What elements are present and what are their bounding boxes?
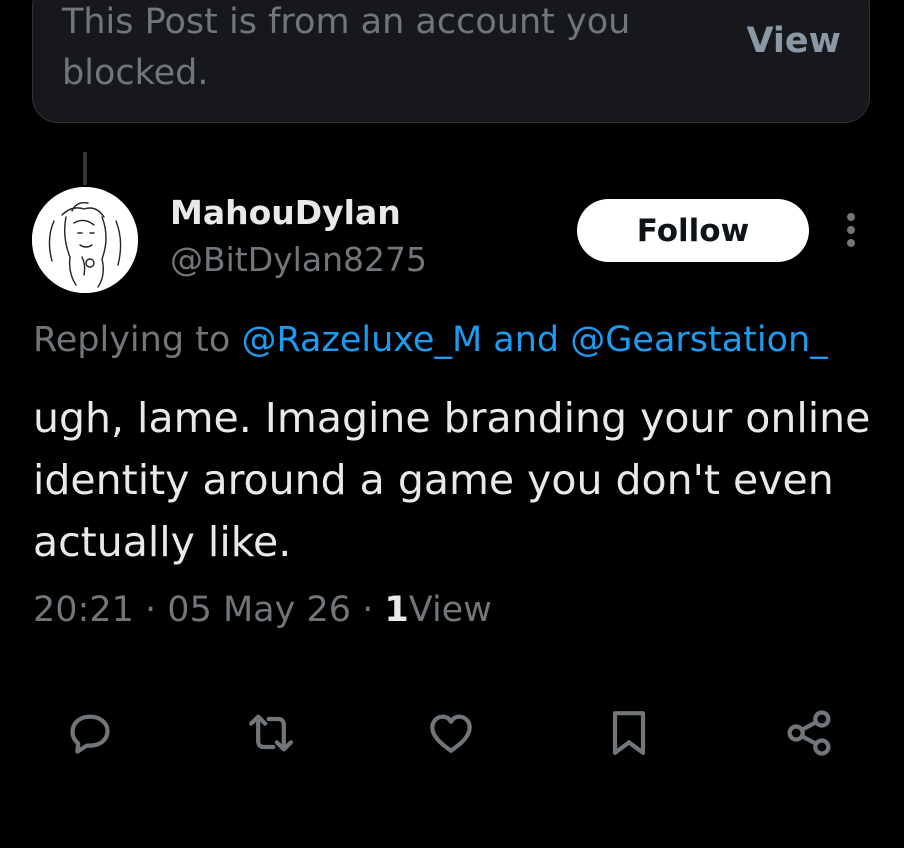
post-meta: 20:21 · 05 May 26 · 1View <box>33 590 492 630</box>
post-text: ugh, lame. Imagine branding your online … <box>33 394 871 566</box>
avatar[interactable] <box>32 187 138 293</box>
views-count[interactable]: 1 <box>384 590 408 630</box>
blocked-post-card: This Post is from an account you blocked… <box>32 0 870 123</box>
bookmark-button[interactable] <box>601 705 657 761</box>
mention-link-gearstation[interactable]: @Gearstation_ <box>570 320 827 360</box>
share-icon <box>787 710 831 756</box>
author-handle[interactable]: @BitDylan8275 <box>170 240 427 279</box>
share-button[interactable] <box>781 705 837 761</box>
follow-button[interactable]: Follow <box>577 199 809 262</box>
author-display-name[interactable]: MahouDylan <box>170 193 401 232</box>
reply-button[interactable] <box>62 705 118 761</box>
repost-icon <box>249 714 293 752</box>
mention-link-razeluxe[interactable]: @Razeluxe_M <box>241 320 482 360</box>
post-time[interactable]: 20:21 <box>33 590 134 630</box>
post-date[interactable]: 05 May 26 <box>167 590 351 630</box>
like-button[interactable] <box>423 705 479 761</box>
mention-joiner[interactable]: and <box>493 320 559 360</box>
thread-connector-line <box>83 152 87 185</box>
views-label[interactable]: View <box>409 590 492 630</box>
reply-context: Replying to @Razeluxe_M and @Gearstation… <box>33 320 828 360</box>
more-options-icon[interactable] <box>840 208 862 252</box>
meta-separator: · <box>362 590 374 630</box>
blocked-notice-text: This Post is from an account you blocked… <box>62 2 631 93</box>
like-icon <box>430 714 472 753</box>
bookmark-icon <box>612 711 646 755</box>
reply-icon <box>70 714 110 754</box>
reply-context-prefix: Replying to <box>33 320 231 360</box>
meta-separator: · <box>145 590 157 630</box>
avatar-sketch-image <box>32 187 138 293</box>
repost-button[interactable] <box>243 705 299 761</box>
view-blocked-post-button[interactable]: View <box>746 21 841 61</box>
